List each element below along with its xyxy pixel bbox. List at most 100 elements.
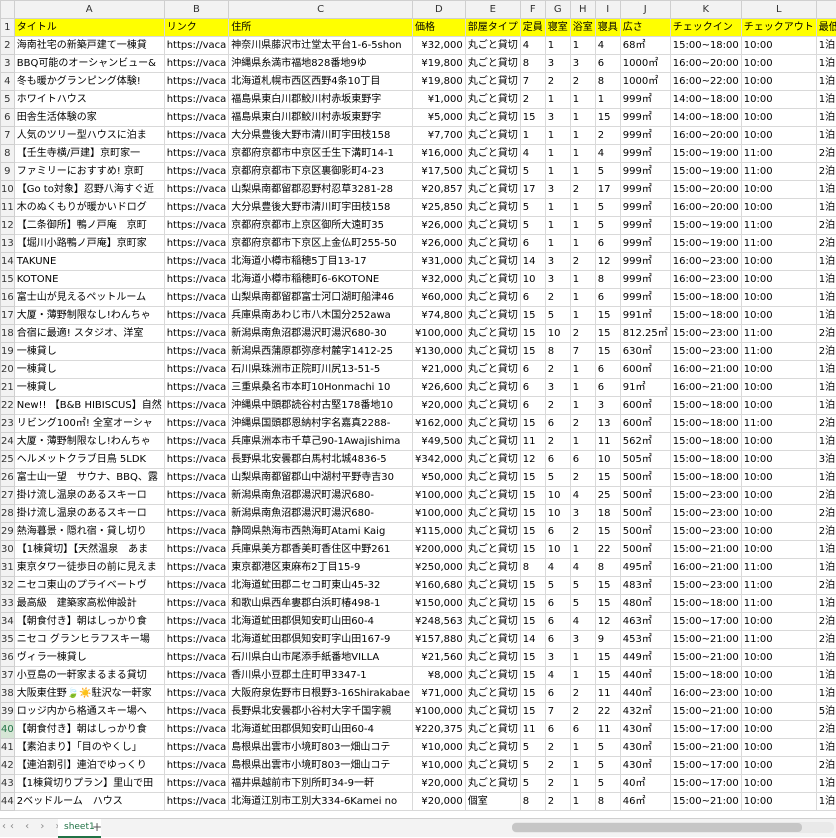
table-cell[interactable]: 【連泊割引】連泊でゆっくり <box>14 757 164 775</box>
table-cell[interactable]: 1 <box>545 127 570 145</box>
table-cell[interactable]: 10:00 <box>741 523 816 541</box>
table-cell[interactable]: 15:00~18:00 <box>670 415 741 433</box>
table-cell[interactable]: 10:00 <box>741 55 816 73</box>
table-cell[interactable]: 430㎡ <box>620 739 670 757</box>
table-cell[interactable]: https://vaca <box>164 235 229 253</box>
header-cell[interactable]: 住所 <box>229 19 413 37</box>
table-cell[interactable]: 【Go to対象】忍野八海すぐ近 <box>14 181 164 199</box>
table-cell[interactable]: 4 <box>570 487 595 505</box>
table-cell[interactable]: 和歌山県西牟婁郡白浜町椿498-1 <box>229 595 413 613</box>
header-cell[interactable]: 広さ <box>620 19 670 37</box>
table-cell[interactable]: 丸ごと貸切 <box>465 91 520 109</box>
table-cell[interactable]: 91㎡ <box>620 379 670 397</box>
table-cell[interactable]: ニセコ グランヒラフスキー場 <box>14 631 164 649</box>
table-cell[interactable]: 15:00~21:00 <box>670 541 741 559</box>
header-cell[interactable]: 最低滞在日数 <box>816 19 836 37</box>
table-cell[interactable]: 600㎡ <box>620 361 670 379</box>
table-cell[interactable]: 1泊 <box>816 361 836 379</box>
table-cell[interactable]: 6 <box>520 379 545 397</box>
table-cell[interactable]: https://vaca <box>164 775 229 793</box>
table-cell[interactable]: 掛け流し温泉のあるスキーロ <box>14 505 164 523</box>
table-cell[interactable]: 5 <box>570 577 595 595</box>
table-cell[interactable]: ¥25,850 <box>413 199 466 217</box>
table-cell[interactable]: https://vaca <box>164 397 229 415</box>
table-cell[interactable]: 15 <box>520 307 545 325</box>
table-cell[interactable]: 15:00~23:00 <box>670 505 741 523</box>
table-cell[interactable]: 1泊 <box>816 649 836 667</box>
table-cell[interactable]: ¥17,500 <box>413 163 466 181</box>
table-cell[interactable]: 1 <box>570 109 595 127</box>
table-cell[interactable]: 2 <box>545 361 570 379</box>
table-cell[interactable]: 16:00~22:00 <box>670 73 741 91</box>
table-cell[interactable]: 丸ごと貸切 <box>465 343 520 361</box>
header-cell[interactable]: 寝具 <box>595 19 620 37</box>
table-cell[interactable]: 1 <box>570 145 595 163</box>
table-cell[interactable]: 丸ごと貸切 <box>465 523 520 541</box>
table-cell[interactable]: 丸ごと貸切 <box>465 109 520 127</box>
table-cell[interactable]: 2 <box>545 739 570 757</box>
table-cell[interactable]: 10:00 <box>741 793 816 811</box>
table-cell[interactable]: 4 <box>570 559 595 577</box>
table-cell[interactable]: 440㎡ <box>620 667 670 685</box>
table-cell[interactable]: 富士山が見えるペットルーム <box>14 289 164 307</box>
table-cell[interactable]: 999㎡ <box>620 253 670 271</box>
column-header-c[interactable]: C <box>229 1 413 19</box>
table-cell[interactable]: 2泊 <box>816 613 836 631</box>
row-number[interactable]: 26 <box>1 469 15 487</box>
table-cell[interactable]: https://vaca <box>164 217 229 235</box>
header-cell[interactable]: タイトル <box>14 19 164 37</box>
table-cell[interactable]: 大分県豊後大野市清川町宇田枝158 <box>229 127 413 145</box>
column-header-k[interactable]: K <box>670 1 741 19</box>
table-cell[interactable]: 15:00~21:00 <box>670 631 741 649</box>
table-cell[interactable]: 1泊 <box>816 127 836 145</box>
table-cell[interactable]: 丸ごと貸切 <box>465 217 520 235</box>
table-cell[interactable]: 丸ごと貸切 <box>465 757 520 775</box>
table-cell[interactable]: 10:00 <box>741 181 816 199</box>
table-cell[interactable]: 沖縄県中頭郡読谷村古堅178番地10 <box>229 397 413 415</box>
table-cell[interactable]: 999㎡ <box>620 91 670 109</box>
table-cell[interactable]: 15 <box>520 343 545 361</box>
table-cell[interactable]: 11:00 <box>741 577 816 595</box>
table-cell[interactable]: 10 <box>545 487 570 505</box>
row-number[interactable]: 30 <box>1 541 15 559</box>
table-cell[interactable]: 福井県越前市下別所町34-9一軒 <box>229 775 413 793</box>
table-cell[interactable]: 68㎡ <box>620 37 670 55</box>
table-cell[interactable]: 丸ごと貸切 <box>465 307 520 325</box>
table-cell[interactable]: 10:00 <box>741 721 816 739</box>
table-cell[interactable]: 10:00 <box>741 433 816 451</box>
table-cell[interactable]: ¥150,000 <box>413 595 466 613</box>
table-cell[interactable]: 10:00 <box>741 379 816 397</box>
column-header-l[interactable]: L <box>741 1 816 19</box>
table-cell[interactable]: 10:00 <box>741 757 816 775</box>
table-cell[interactable]: 999㎡ <box>620 199 670 217</box>
table-cell[interactable]: 丸ごと貸切 <box>465 361 520 379</box>
table-cell[interactable]: 11:00 <box>741 595 816 613</box>
table-cell[interactable]: 丸ごと貸切 <box>465 397 520 415</box>
table-cell[interactable]: 6 <box>595 55 620 73</box>
column-header-b[interactable]: B <box>164 1 229 19</box>
table-cell[interactable]: 石川県珠洲市正院町川尻13-51-5 <box>229 361 413 379</box>
scrollbar-thumb[interactable] <box>512 823 802 832</box>
table-cell[interactable]: 香川県小豆郡土庄町甲3347-1 <box>229 667 413 685</box>
table-cell[interactable]: 10:00 <box>741 127 816 145</box>
table-cell[interactable]: 1 <box>520 127 545 145</box>
table-cell[interactable]: 10:00 <box>741 253 816 271</box>
table-cell[interactable]: https://vaca <box>164 433 229 451</box>
table-cell[interactable]: 2 <box>570 181 595 199</box>
table-cell[interactable]: 大阪府泉佐野市日根野3-16Shirakabae <box>229 685 413 703</box>
table-cell[interactable]: 15 <box>520 469 545 487</box>
table-cell[interactable]: 1 <box>545 235 570 253</box>
table-cell[interactable]: 2泊 <box>816 343 836 361</box>
table-cell[interactable]: 3 <box>545 109 570 127</box>
table-cell[interactable]: 1 <box>570 793 595 811</box>
table-cell[interactable]: 15 <box>520 649 545 667</box>
table-cell[interactable]: 10 <box>545 325 570 343</box>
table-cell[interactable]: 22 <box>595 703 620 721</box>
table-cell[interactable]: 1泊 <box>816 307 836 325</box>
table-cell[interactable]: 10:00 <box>741 199 816 217</box>
table-cell[interactable]: https://vaca <box>164 109 229 127</box>
table-cell[interactable]: 46㎡ <box>620 793 670 811</box>
table-cell[interactable]: 15:00~19:00 <box>670 217 741 235</box>
table-cell[interactable]: https://vaca <box>164 667 229 685</box>
table-cell[interactable]: 5 <box>520 757 545 775</box>
